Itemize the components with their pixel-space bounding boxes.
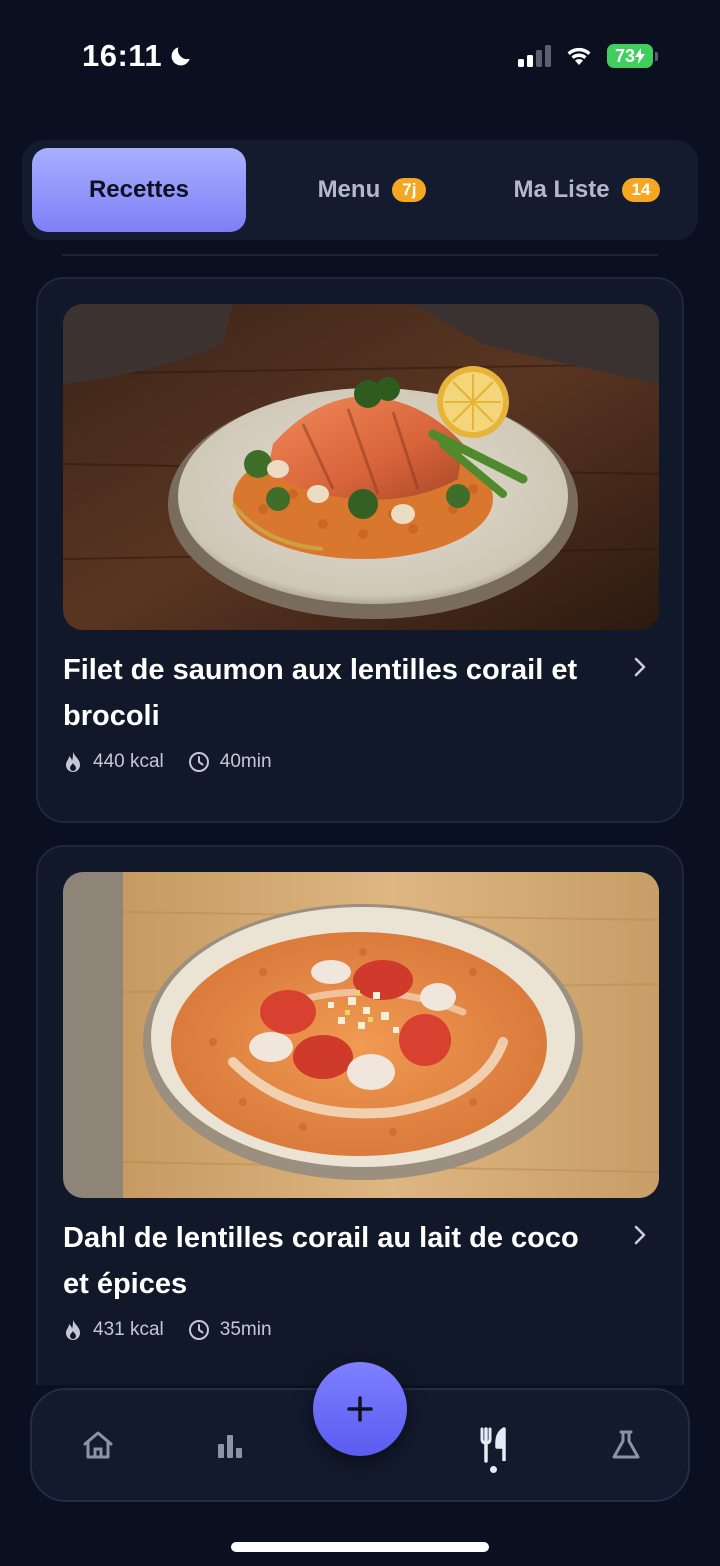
kcal-value: 440 kcal bbox=[93, 751, 164, 772]
nav-stats[interactable] bbox=[205, 1420, 255, 1470]
recipe-title: Dahl de lentilles corail au lait de coco… bbox=[63, 1222, 579, 1300]
tab-menu[interactable]: Menu 7j bbox=[272, 148, 472, 232]
time-info: 40min bbox=[188, 751, 272, 773]
status-bar: 16:11 73 bbox=[0, 0, 720, 120]
recipe-image-salmon bbox=[63, 304, 659, 630]
lab-icon bbox=[612, 1430, 640, 1459]
tab-recettes[interactable]: Recettes bbox=[32, 148, 246, 232]
divider bbox=[62, 254, 658, 256]
home-icon bbox=[83, 1431, 113, 1459]
recipe-meta: 440 kcal 40min bbox=[63, 751, 272, 773]
clock-icon bbox=[188, 752, 209, 772]
add-button[interactable] bbox=[313, 1362, 407, 1456]
clock-icon bbox=[188, 1320, 209, 1340]
stats-icon bbox=[218, 1435, 242, 1458]
recipe-image-dahl bbox=[63, 872, 659, 1198]
status-indicators: 73 bbox=[518, 44, 658, 68]
chevron-right-icon bbox=[634, 1225, 646, 1245]
wifi-icon bbox=[567, 47, 591, 65]
moon-icon bbox=[171, 47, 190, 66]
tab-label: Ma Liste bbox=[513, 176, 610, 203]
time-info: 35min bbox=[188, 1319, 272, 1341]
flame-icon bbox=[66, 752, 80, 772]
charging-bolt-icon bbox=[635, 48, 646, 64]
home-indicator bbox=[231, 1542, 489, 1552]
time-value: 35min bbox=[219, 1319, 272, 1340]
nav-home[interactable] bbox=[73, 1420, 123, 1470]
tab-label: Recettes bbox=[88, 176, 190, 203]
recipes-icon bbox=[480, 1427, 506, 1463]
battery-icon: 73 bbox=[607, 44, 658, 68]
menu-badge: 7j bbox=[392, 178, 427, 202]
recipe-card[interactable]: Filet de saumon aux lentilles corail et … bbox=[36, 277, 684, 823]
recipe-meta: 431 kcal 35min bbox=[63, 1319, 272, 1341]
active-indicator bbox=[490, 1466, 497, 1473]
kcal-info: 431 kcal bbox=[63, 1319, 164, 1341]
battery-level: 73 bbox=[614, 45, 636, 66]
kcal-info: 440 kcal bbox=[63, 751, 164, 773]
chevron-right-icon bbox=[634, 657, 646, 677]
nav-recipes[interactable] bbox=[469, 1420, 519, 1470]
segmented-tabs: Recettes Menu 7j Ma Liste 14 bbox=[22, 140, 698, 240]
plus-icon bbox=[347, 1396, 373, 1422]
status-time: 16:11 bbox=[82, 38, 194, 74]
time-value: 40min bbox=[219, 751, 272, 772]
nav-lab[interactable] bbox=[601, 1420, 651, 1470]
cellular-signal-icon bbox=[518, 45, 551, 67]
flame-icon bbox=[66, 1320, 80, 1340]
kcal-value: 431 kcal bbox=[93, 1319, 164, 1340]
liste-badge: 14 bbox=[621, 178, 661, 202]
recipe-title: Filet de saumon aux lentilles corail et … bbox=[63, 654, 578, 732]
tab-ma-liste[interactable]: Ma Liste 14 bbox=[482, 148, 692, 232]
tab-label: Menu bbox=[317, 176, 381, 203]
clock: 16:11 bbox=[82, 38, 163, 73]
recipe-card[interactable]: Dahl de lentilles corail au lait de coco… bbox=[36, 845, 684, 1385]
